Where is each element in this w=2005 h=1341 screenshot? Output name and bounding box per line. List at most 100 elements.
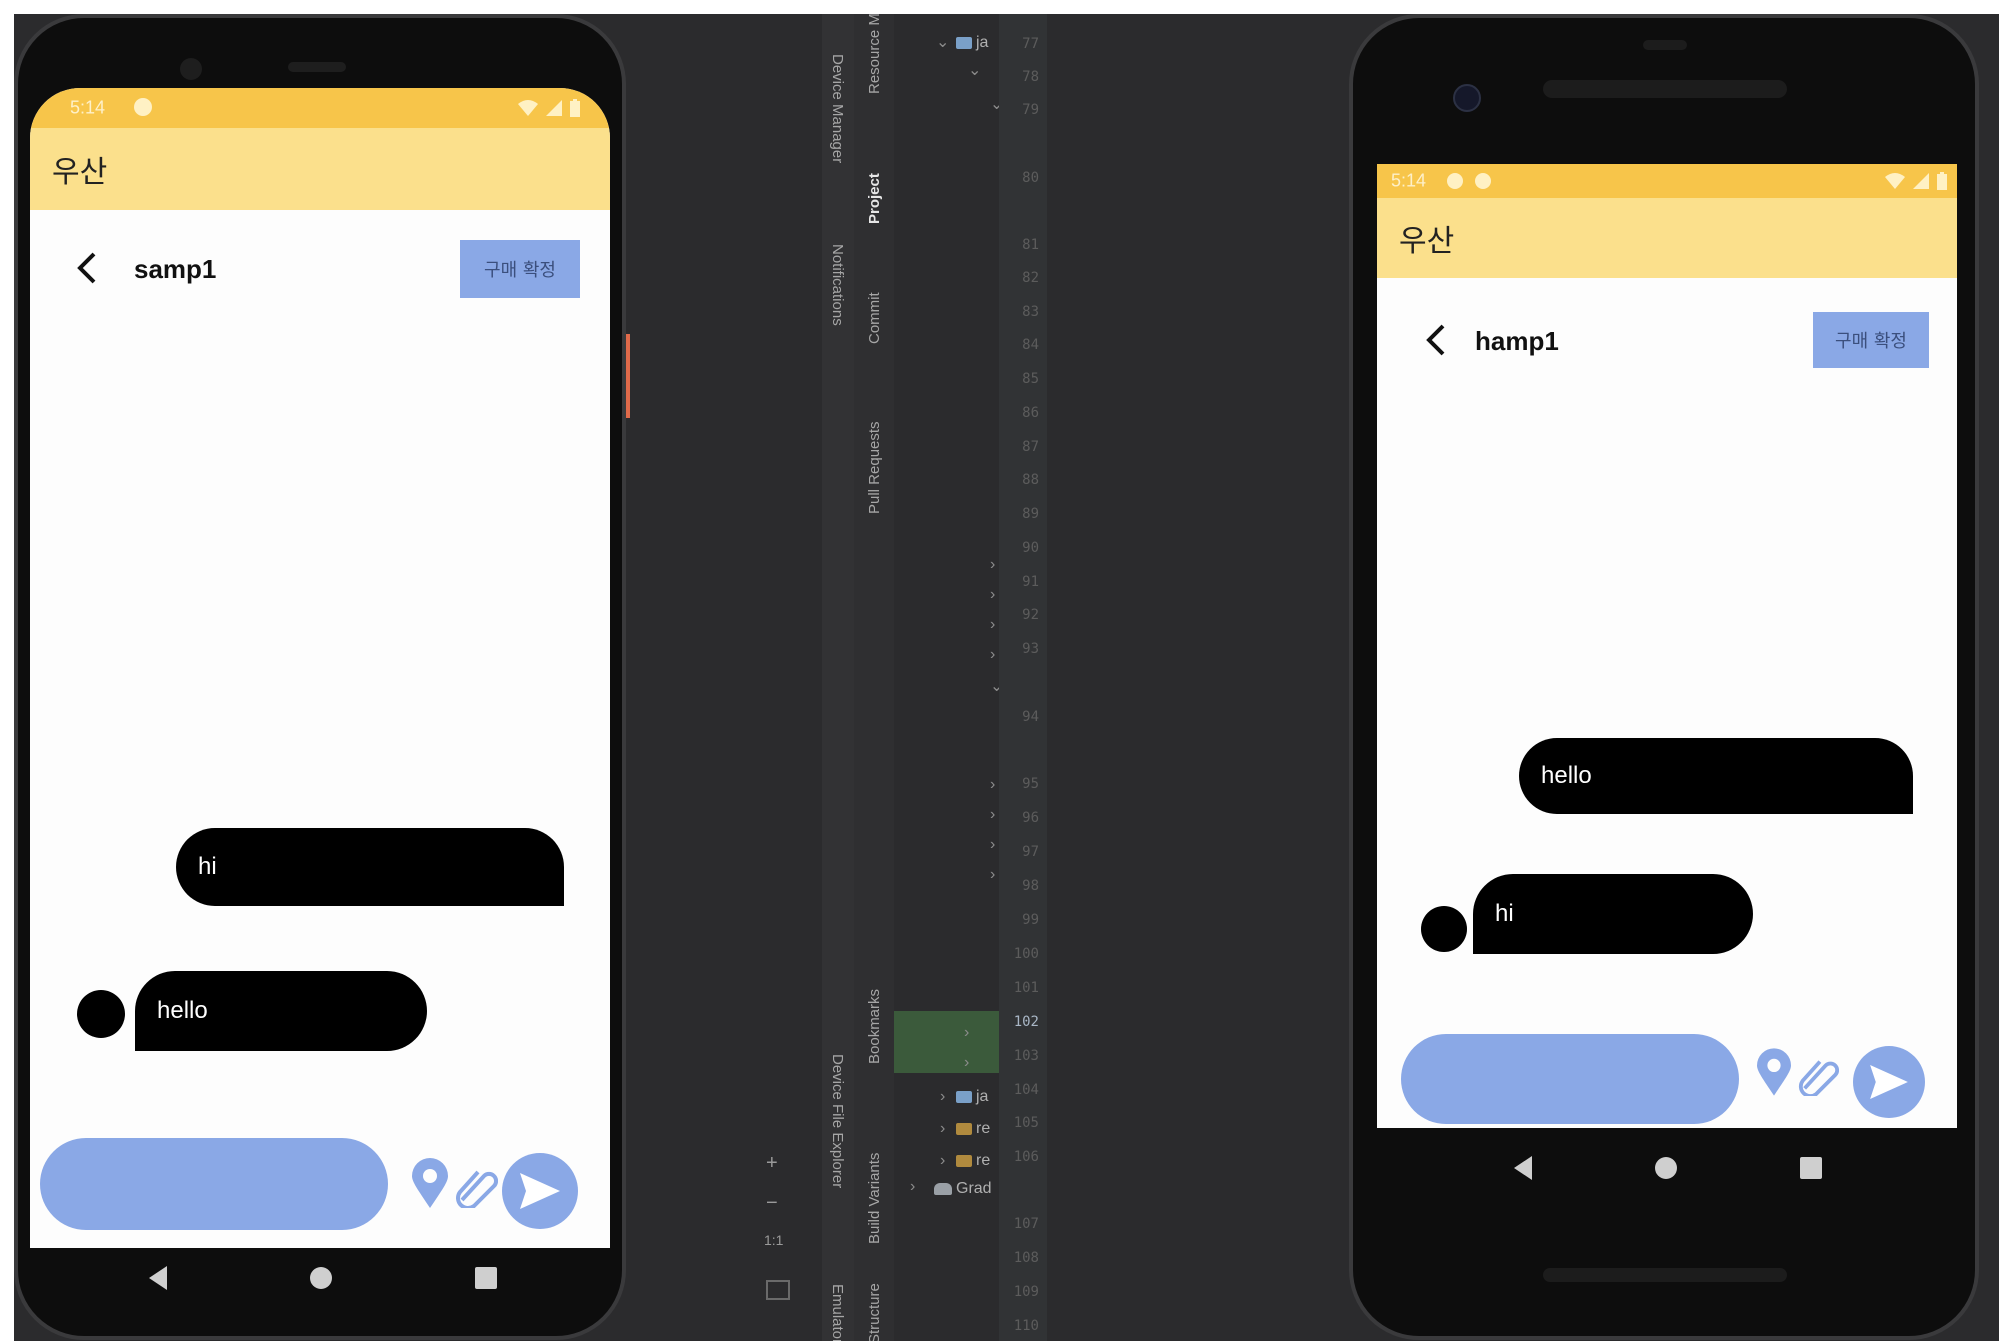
status-bar: 5:14	[30, 88, 610, 128]
folder-icon	[956, 1090, 972, 1103]
nav-recents-icon[interactable]	[474, 1267, 497, 1289]
battery-icon	[1937, 172, 1947, 190]
line-number: 98	[1022, 878, 1039, 894]
tree-item-ja[interactable]: ja	[956, 34, 988, 52]
expand-chevron[interactable]: ›	[990, 616, 995, 634]
location-pin-icon[interactable]	[1757, 1048, 1791, 1096]
commit-tab[interactable]: Commit	[866, 292, 883, 344]
nav-home-icon[interactable]	[1654, 1157, 1677, 1179]
line-number: 93	[1022, 641, 1039, 657]
line-number: 84	[1022, 337, 1039, 353]
device-manager-tab[interactable]: Device Manager	[829, 54, 846, 163]
tree-item-ja[interactable]: ja	[956, 1088, 988, 1106]
expand-chevron[interactable]: ›	[990, 646, 995, 664]
expand-chevron[interactable]: ›	[964, 1054, 969, 1072]
left-phone: 5:14 우산 samp1 구매 확정 hi hello	[14, 14, 626, 1340]
right-screen: 5:14 우산 hamp1 구매 확정 hello hi	[1377, 164, 1957, 1128]
line-number: 81	[1022, 237, 1039, 253]
tree-highlight	[894, 1011, 999, 1073]
message-input[interactable]	[40, 1138, 388, 1230]
folder-icon	[956, 1122, 972, 1135]
line-number: 88	[1022, 472, 1039, 488]
front-camera	[180, 58, 202, 80]
front-camera	[1453, 84, 1481, 112]
line-number: 91	[1022, 574, 1039, 590]
expand-chevron[interactable]: ›	[940, 1088, 945, 1106]
nav-bar	[1453, 1138, 1883, 1198]
expand-chevron[interactable]: ›	[910, 1178, 915, 1196]
expand-chevron[interactable]: ›	[990, 586, 995, 604]
signal-icon	[546, 100, 562, 116]
line-number: 78	[1022, 69, 1039, 85]
nav-recents-icon[interactable]	[1799, 1157, 1822, 1179]
send-button[interactable]	[1853, 1046, 1925, 1118]
line-number: 110	[1013, 1318, 1039, 1334]
structure-tab[interactable]: Structure	[866, 1283, 883, 1341]
expand-chevron[interactable]: ›	[990, 556, 995, 574]
line-number: 95	[1022, 776, 1039, 792]
expand-chevron[interactable]: ⌄	[936, 32, 949, 52]
avatar	[77, 990, 125, 1038]
wifi-icon	[1885, 173, 1905, 189]
message-bubble-sent: hello	[1519, 738, 1913, 814]
attach-clip-icon[interactable]	[454, 1164, 498, 1208]
folder-icon	[956, 1154, 972, 1167]
expand-chevron[interactable]: ›	[940, 1152, 945, 1170]
expand-chevron[interactable]: ›	[990, 836, 995, 854]
nav-back-icon[interactable]	[149, 1266, 168, 1290]
project-tab[interactable]: Project	[866, 173, 883, 224]
tree-item-re[interactable]: re	[956, 1120, 990, 1138]
status-icons	[518, 99, 580, 117]
left-screen: 5:14 우산 samp1 구매 확정 hi hello	[30, 88, 610, 1248]
right-phone: 5:14 우산 hamp1 구매 확정 hello hi	[1349, 14, 1979, 1340]
chat-partner-name: samp1	[134, 254, 217, 284]
line-number: 89	[1022, 506, 1039, 522]
line-number: 82	[1022, 270, 1039, 286]
expand-chevron[interactable]: ⌄	[968, 60, 981, 80]
line-number: 100	[1013, 946, 1039, 962]
status-icons	[1885, 172, 1947, 190]
zoom-in-button[interactable]: +	[766, 1152, 778, 1175]
bottom-speaker-grille	[1543, 1268, 1787, 1282]
message-bubble-received: hello	[135, 971, 427, 1051]
nav-back-icon[interactable]	[1514, 1156, 1533, 1180]
back-arrow-icon[interactable]	[72, 248, 102, 288]
nav-home-icon[interactable]	[309, 1267, 332, 1289]
expand-chevron[interactable]: ›	[990, 776, 995, 794]
confirm-purchase-button[interactable]: 구매 확정	[460, 240, 580, 298]
line-number: 96	[1022, 810, 1039, 826]
fit-screen-icon[interactable]	[766, 1280, 790, 1300]
tree-item-label: ja	[976, 34, 989, 51]
line-number: 90	[1022, 540, 1039, 556]
pull-requests-tab[interactable]: Pull Requests	[866, 421, 883, 514]
line-number: 85	[1022, 371, 1039, 387]
location-pin-icon[interactable]	[412, 1158, 448, 1208]
bookmarks-tab[interactable]: Bookmarks	[866, 989, 883, 1064]
gradle-icon	[934, 1182, 952, 1195]
build-variants-tab[interactable]: Build Variants	[866, 1153, 883, 1244]
message-input[interactable]	[1401, 1034, 1739, 1124]
line-number: 106	[1013, 1149, 1039, 1165]
expand-chevron[interactable]: ›	[964, 1024, 969, 1042]
notifications-tab[interactable]: Notifications	[829, 244, 846, 326]
folder-icon	[956, 36, 972, 49]
send-button[interactable]	[502, 1153, 578, 1229]
expand-chevron[interactable]: ›	[940, 1120, 945, 1138]
device-file-explorer-tab[interactable]: Device File Explorer	[829, 1054, 846, 1188]
emulator-tab[interactable]: Emulator	[829, 1284, 846, 1341]
line-number: 99	[1022, 912, 1039, 928]
confirm-purchase-button[interactable]: 구매 확정	[1813, 312, 1929, 368]
zoom-ratio-button[interactable]: 1:1	[764, 1232, 783, 1248]
back-arrow-icon[interactable]	[1421, 320, 1451, 360]
tree-item-re[interactable]: re	[956, 1152, 990, 1170]
message-bubble-received: hi	[1473, 874, 1753, 954]
tree-item-gradle[interactable]: Grad	[934, 1180, 992, 1198]
line-number: 101	[1013, 980, 1039, 996]
expand-chevron[interactable]: ›	[990, 866, 995, 884]
resource-manager-tab[interactable]: Resource Manager	[866, 14, 883, 94]
status-bar: 5:14	[1377, 164, 1957, 198]
attach-clip-icon[interactable]	[1797, 1054, 1839, 1096]
zoom-out-button[interactable]: −	[766, 1192, 778, 1215]
expand-chevron[interactable]: ›	[990, 806, 995, 824]
line-number: 108	[1013, 1250, 1039, 1266]
